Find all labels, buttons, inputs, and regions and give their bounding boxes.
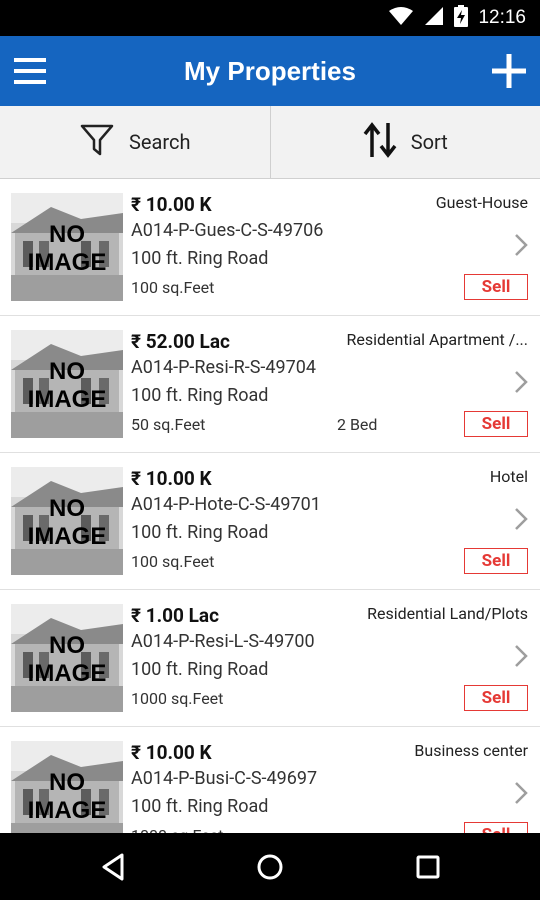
chevron-right-icon[interactable]: [514, 781, 528, 805]
property-area: 50 sq.Feet: [131, 415, 206, 434]
sell-badge[interactable]: Sell: [464, 411, 528, 437]
property-image: NO IMAGE: [11, 467, 123, 575]
property-code: A014-P-Hote-C-S-49701: [131, 494, 321, 515]
property-price: ₹ 1.00 Lac: [131, 604, 219, 627]
back-icon: [96, 853, 132, 889]
status-icons: 12:16: [388, 0, 526, 36]
list-item[interactable]: NO IMAGE ₹ 10.00 K Business center A014-P-Bu…: [0, 727, 540, 833]
property-address: 100 ft. Ring Road: [131, 796, 269, 817]
sell-badge[interactable]: Sell: [464, 822, 528, 833]
home-button[interactable]: [252, 849, 288, 885]
sell-badge[interactable]: Sell: [464, 685, 528, 711]
property-code: A014-P-Busi-C-S-49697: [131, 768, 318, 789]
no-image-label: NO IMAGE: [27, 632, 107, 687]
no-image-label: NO IMAGE: [27, 769, 107, 824]
property-price: ₹ 10.00 K: [131, 193, 212, 216]
property-address: 100 ft. Ring Road: [131, 385, 269, 406]
property-price: ₹ 10.00 K: [131, 467, 212, 490]
property-type: Residential Apartment /...: [346, 330, 528, 349]
sort-icon: [363, 121, 397, 164]
property-code: A014-P-Gues-C-S-49706: [131, 220, 324, 241]
property-area: 100 sq.Feet: [131, 278, 215, 297]
property-type: Guest-House: [435, 193, 528, 212]
property-beds: 2 Bed: [337, 415, 378, 434]
chevron-right-icon[interactable]: [514, 370, 528, 394]
home-icon: [252, 854, 288, 889]
property-type: Residential Land/Plots: [367, 604, 528, 623]
property-type: Hotel: [489, 467, 528, 486]
recents-button[interactable]: [410, 849, 446, 885]
signal-icon: [424, 6, 444, 30]
no-image-label: NO IMAGE: [27, 495, 107, 550]
chevron-right-icon[interactable]: [514, 507, 528, 531]
filter-sort-toolbar: Search Sort: [0, 106, 540, 179]
property-area: 100 sq.Feet: [131, 552, 215, 571]
property-image: NO IMAGE: [11, 330, 123, 438]
property-price: ₹ 10.00 K: [131, 741, 212, 764]
search-label: Search: [129, 130, 191, 154]
sell-badge[interactable]: Sell: [464, 548, 528, 574]
sort-button[interactable]: Sort: [269, 106, 540, 178]
property-image: NO IMAGE: [11, 193, 123, 301]
property-image: NO IMAGE: [11, 741, 123, 833]
filter-icon: [79, 122, 115, 163]
battery-charging-icon: [454, 5, 469, 31]
list-item[interactable]: NO IMAGE ₹ 10.00 K Guest-House A014-P-Gues-C…: [0, 179, 540, 316]
property-code: A014-P-Resi-R-S-49704: [131, 357, 316, 378]
navigation-bar: [0, 833, 540, 900]
property-price: ₹ 52.00 Lac: [131, 330, 230, 353]
app-bar: My Properties: [0, 36, 540, 106]
recents-icon: [410, 855, 446, 889]
sell-badge[interactable]: Sell: [464, 274, 528, 300]
list-item[interactable]: NO IMAGE ₹ 52.00 Lac Residential Apartment …: [0, 316, 540, 453]
no-image-label: NO IMAGE: [27, 221, 107, 276]
add-icon: [490, 54, 528, 94]
property-address: 100 ft. Ring Road: [131, 248, 269, 269]
property-area: 1000 sq.Feet: [131, 826, 223, 833]
property-type: Business center: [414, 741, 528, 760]
page-title: My Properties: [184, 56, 356, 86]
list-item[interactable]: NO IMAGE ₹ 10.00 K Hotel A014-P-Hote-C-S-497…: [0, 453, 540, 590]
add-property-button[interactable]: [490, 52, 528, 90]
property-address: 100 ft. Ring Road: [131, 522, 269, 543]
list-item[interactable]: NO IMAGE ₹ 1.00 Lac Residential Land/Plots A…: [0, 590, 540, 727]
chevron-right-icon[interactable]: [514, 233, 528, 257]
back-button[interactable]: [96, 849, 132, 885]
search-button[interactable]: Search: [0, 106, 270, 178]
property-list: NO IMAGE ₹ 10.00 K Guest-House A014-P-Gues-C…: [0, 179, 540, 833]
status-bar: 12:16: [0, 0, 540, 36]
property-code: A014-P-Resi-L-S-49700: [131, 631, 315, 652]
no-image-label: NO IMAGE: [27, 358, 107, 413]
sort-label: Sort: [410, 130, 448, 154]
chevron-right-icon[interactable]: [514, 644, 528, 668]
property-image: NO IMAGE: [11, 604, 123, 712]
property-address: 100 ft. Ring Road: [131, 659, 269, 680]
property-area: 1000 sq.Feet: [131, 689, 224, 708]
status-time: 12:16: [478, 7, 526, 28]
wifi-icon: [388, 6, 414, 30]
